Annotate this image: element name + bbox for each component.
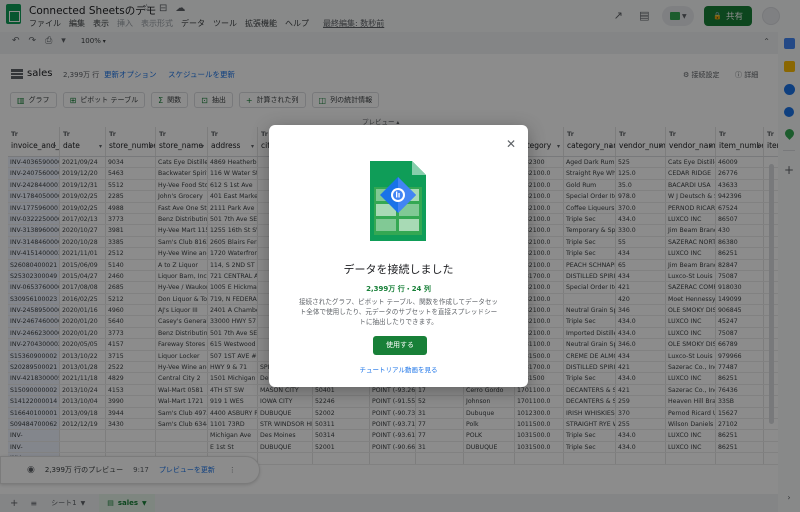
close-icon[interactable]: ✕: [506, 137, 516, 151]
dataset-stats: 2,399万 行・24 列: [366, 285, 431, 293]
dialog-title: データを接続しました: [343, 263, 454, 276]
data-connected-dialog: ✕ データを接続しました 2,399万 行・24 列 接続されたグラフ、ピボット…: [269, 125, 528, 387]
connected-sheet-illustration: [370, 161, 426, 241]
use-button[interactable]: 使用する: [373, 336, 427, 355]
dialog-description: 接続されたグラフ、ピボット テーブル、関数を作成してデータセット全体で使用したり…: [298, 298, 499, 326]
tutorial-video-link[interactable]: チュートリアル動画を見る: [269, 364, 528, 374]
